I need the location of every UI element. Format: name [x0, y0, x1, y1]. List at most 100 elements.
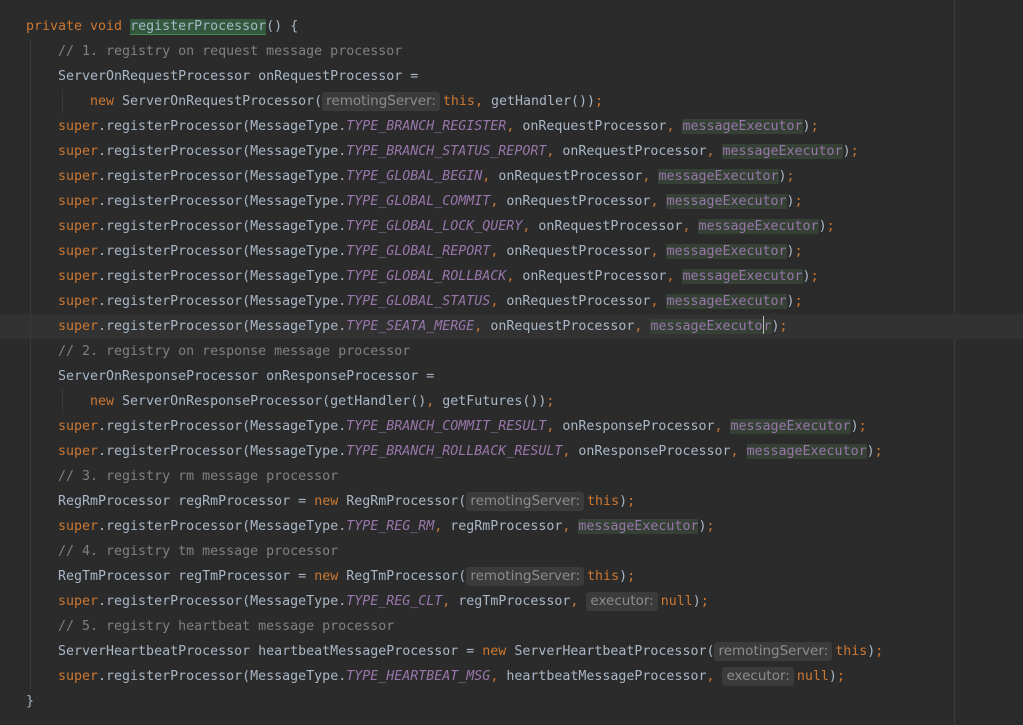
code-line[interactable]: super.registerProcessor(MessageType.TYPE… [0, 114, 1023, 139]
code-line[interactable]: super.registerProcessor(MessageType.TYPE… [0, 164, 1023, 189]
code-line[interactable]: super.registerProcessor(MessageType.TYPE… [0, 589, 1023, 614]
code-text[interactable]: super.registerProcessor(MessageType.TYPE… [58, 514, 715, 539]
code-token: .registerProcessor(MessageType. [98, 519, 347, 534]
code-text[interactable]: super.registerProcessor(MessageType.TYPE… [58, 139, 859, 164]
punctuation-token: , [570, 594, 587, 609]
indent-guide [30, 614, 31, 639]
constant-token: TYPE_REG_CLT [346, 594, 443, 609]
field-reference: messageExecutor [746, 444, 867, 459]
code-text[interactable]: super.registerProcessor(MessageType.TYPE… [58, 289, 803, 314]
punctuation-token: ; [627, 569, 636, 584]
constant-token: TYPE_GLOBAL_ROLLBACK [346, 269, 507, 284]
indent-guide [30, 639, 31, 664]
code-line[interactable]: super.registerProcessor(MessageType.TYPE… [0, 264, 1023, 289]
punctuation-token: , [682, 219, 699, 234]
punctuation-token: , [434, 519, 451, 534]
code-text[interactable]: ServerHeartbeatProcessor heartbeatMessag… [58, 639, 883, 664]
code-text[interactable]: super.registerProcessor(MessageType.TYPE… [58, 114, 819, 139]
punctuation-token: , [706, 144, 723, 159]
code-text[interactable]: super.registerProcessor(MessageType.TYPE… [58, 414, 867, 439]
punctuation-token: , [714, 419, 731, 434]
code-line[interactable]: super.registerProcessor(MessageType.TYPE… [0, 289, 1023, 314]
punctuation-token: , [730, 444, 747, 459]
code-line[interactable]: super.registerProcessor(MessageType.TYPE… [0, 239, 1023, 264]
code-line[interactable]: // 3. registry rm message processor [0, 464, 1023, 489]
code-line[interactable]: // 4. registry tm message processor [0, 539, 1023, 564]
code-line[interactable]: super.registerProcessor(MessageType.TYPE… [0, 189, 1023, 214]
keyword-token: null [660, 594, 693, 609]
method-name-highlight: registerProcessor [130, 19, 267, 35]
code-text[interactable]: RegRmProcessor regRmProcessor = new RegR… [58, 489, 635, 514]
code-line[interactable]: ServerHeartbeatProcessor heartbeatMessag… [0, 639, 1023, 664]
punctuation-token: , [490, 294, 507, 309]
code-line[interactable]: super.registerProcessor(MessageType.TYPE… [0, 414, 1023, 439]
code-text[interactable]: // 3. registry rm message processor [58, 464, 338, 489]
code-text[interactable]: super.registerProcessor(MessageType.TYPE… [58, 164, 795, 189]
code-line[interactable]: new ServerOnResponseProcessor(getHandler… [0, 389, 1023, 414]
code-line[interactable]: private void registerProcessor() { [0, 14, 1023, 39]
punctuation-token: , [706, 669, 723, 684]
code-text[interactable]: super.registerProcessor(MessageType.TYPE… [58, 314, 788, 339]
parameter-hint: remotingServer: [466, 492, 585, 511]
code-token: ) [786, 194, 795, 209]
punctuation-token: , [442, 594, 459, 609]
code-line[interactable]: RegTmProcessor regTmProcessor = new RegT… [0, 564, 1023, 589]
code-token: .registerProcessor(MessageType. [98, 194, 347, 209]
code-line[interactable]: super.registerProcessor(MessageType.TYPE… [0, 139, 1023, 164]
code-line[interactable]: super.registerProcessor(MessageType.TYPE… [0, 314, 1023, 339]
code-text[interactable]: super.registerProcessor(MessageType.TYPE… [58, 189, 803, 214]
code-text[interactable]: // 2. registry on response message proce… [58, 339, 410, 364]
indent-guide [30, 489, 31, 514]
code-line[interactable]: super.registerProcessor(MessageType.TYPE… [0, 664, 1023, 689]
code-token: RegRmProcessor regRmProcessor = [58, 494, 315, 509]
code-token: onRequestProcessor [490, 319, 635, 334]
code-line[interactable]: super.registerProcessor(MessageType.TYPE… [0, 514, 1023, 539]
punctuation-token: ; [810, 269, 819, 284]
code-text[interactable]: // 1. registry on request message proces… [58, 39, 402, 64]
code-token: onRequestProcessor [522, 119, 667, 134]
indent-guide [30, 664, 31, 689]
code-text[interactable]: super.registerProcessor(MessageType.TYPE… [58, 214, 835, 239]
code-token: RegRmProcessor( [346, 494, 467, 509]
punctuation-token: , [490, 244, 507, 259]
keyword-token: super [58, 244, 99, 259]
code-line[interactable]: } [0, 689, 1023, 714]
code-text[interactable]: // 4. registry tm message processor [58, 539, 338, 564]
code-text[interactable]: ServerOnRequestProcessor onRequestProces… [58, 64, 418, 89]
code-line[interactable]: super.registerProcessor(MessageType.TYPE… [0, 214, 1023, 239]
code-line[interactable]: new ServerOnRequestProcessor(remotingSer… [0, 89, 1023, 114]
code-text[interactable]: super.registerProcessor(MessageType.TYPE… [58, 589, 709, 614]
code-line[interactable]: super.registerProcessor(MessageType.TYPE… [0, 439, 1023, 464]
code-line[interactable]: // 5. registry heartbeat message process… [0, 614, 1023, 639]
keyword-token: super [58, 294, 99, 309]
code-token: onRequestProcessor [506, 244, 651, 259]
code-line[interactable]: RegRmProcessor regRmProcessor = new RegR… [0, 489, 1023, 514]
code-token: ) [850, 419, 859, 434]
code-line[interactable]: // 2. registry on response message proce… [0, 339, 1023, 364]
code-text[interactable]: super.registerProcessor(MessageType.TYPE… [58, 664, 845, 689]
code-token: onRequestProcessor [506, 294, 651, 309]
code-text[interactable]: new ServerOnResponseProcessor(getHandler… [90, 389, 554, 414]
keyword-token: this [587, 494, 620, 509]
code-token: ServerOnRequestProcessor( [122, 94, 323, 109]
code-text[interactable]: super.registerProcessor(MessageType.TYPE… [58, 239, 803, 264]
code-line[interactable]: // 1. registry on request message proces… [0, 39, 1023, 64]
parameter-hint: executor: [722, 667, 794, 686]
code-token: .registerProcessor(MessageType. [98, 294, 347, 309]
code-text[interactable]: } [26, 689, 34, 714]
code-text[interactable]: new ServerOnRequestProcessor(remotingSer… [90, 89, 603, 114]
keyword-token: new [314, 569, 347, 584]
code-text[interactable]: super.registerProcessor(MessageType.TYPE… [58, 439, 883, 464]
code-editor[interactable]: private void registerProcessor() {// 1. … [0, 0, 1023, 725]
code-text[interactable]: private void registerProcessor() { [26, 14, 298, 39]
code-text[interactable]: // 5. registry heartbeat message process… [58, 614, 394, 639]
code-text[interactable]: RegTmProcessor regTmProcessor = new RegT… [58, 564, 635, 589]
code-text[interactable]: super.registerProcessor(MessageType.TYPE… [58, 264, 819, 289]
indent-guide [30, 514, 31, 539]
comment-token: // 5. registry heartbeat message process… [58, 619, 395, 634]
code-text[interactable]: ServerOnResponseProcessor onResponseProc… [58, 364, 434, 389]
code-token: .registerProcessor(MessageType. [98, 219, 347, 234]
code-token: ServerOnResponseProcessor(getHandler() [122, 394, 427, 409]
code-line[interactable]: ServerOnRequestProcessor onRequestProces… [0, 64, 1023, 89]
code-line[interactable]: ServerOnResponseProcessor onResponseProc… [0, 364, 1023, 389]
